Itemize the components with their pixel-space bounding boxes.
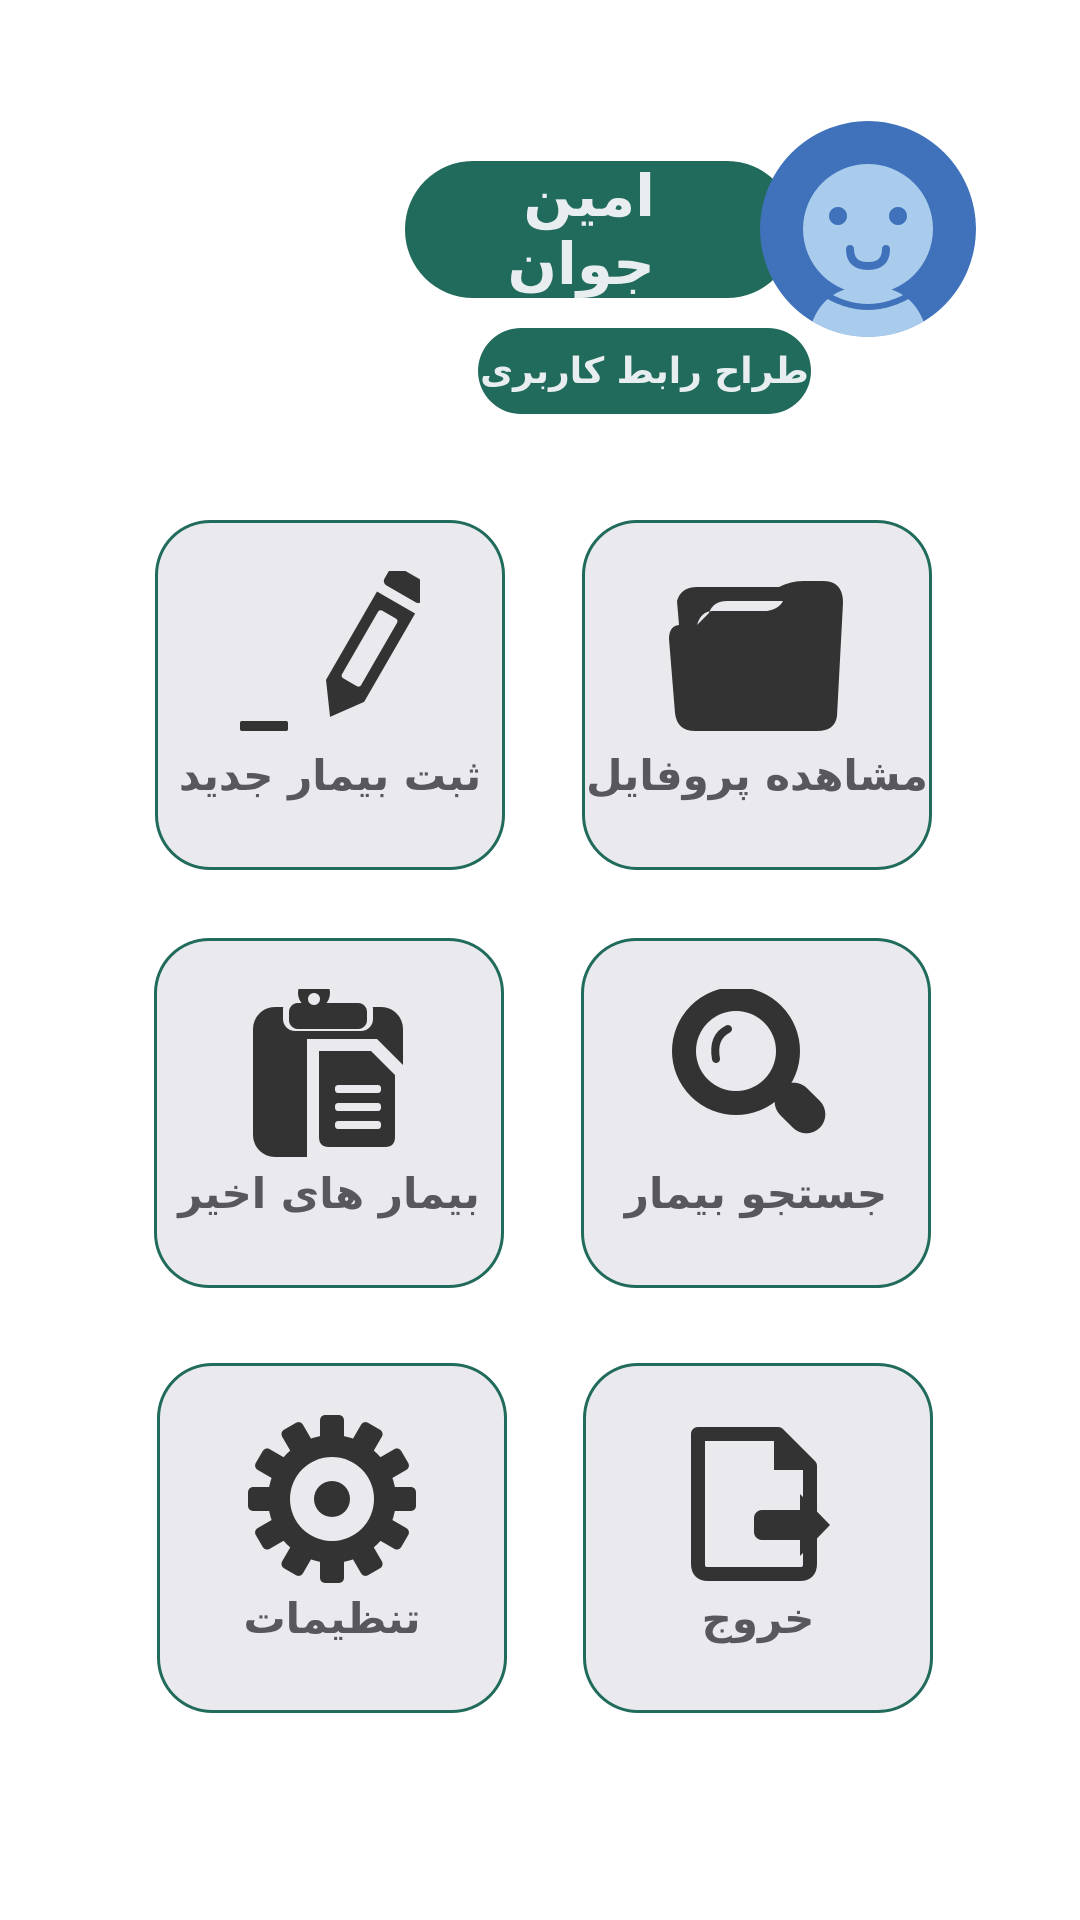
logout-button[interactable]: خروج xyxy=(583,1363,933,1713)
search-patient-button[interactable]: جستجو بیمار xyxy=(581,938,931,1288)
avatar[interactable] xyxy=(760,121,976,337)
settings-button[interactable]: تنظیمات xyxy=(157,1363,507,1713)
recent-patients-label: بیمار های اخیر xyxy=(178,1169,480,1218)
user-role: طراح رابط کاربری xyxy=(480,350,809,392)
user-name-badge: امین جوان xyxy=(405,161,795,298)
recent-patients-button[interactable]: بیمار های اخیر xyxy=(154,938,504,1288)
logout-label: خروج xyxy=(701,1594,815,1643)
new-patient-label: ثبت بیمار جدید xyxy=(178,751,482,800)
view-profile-label: مشاهده پروفایل xyxy=(586,751,928,800)
pencil-icon xyxy=(240,571,420,741)
search-patient-label: جستجو بیمار xyxy=(624,1169,888,1218)
file-export-icon xyxy=(668,1414,848,1584)
folder-icon xyxy=(667,571,847,741)
view-profile-button[interactable]: مشاهده پروفایل xyxy=(582,520,932,870)
user-name: امین جوان xyxy=(507,161,655,298)
search-icon xyxy=(666,989,846,1159)
user-avatar-icon xyxy=(760,121,976,337)
clipboard-icon xyxy=(239,989,419,1159)
new-patient-button[interactable]: ثبت بیمار جدید xyxy=(155,520,505,870)
gear-icon xyxy=(242,1414,422,1584)
settings-label: تنظیمات xyxy=(243,1594,421,1643)
user-role-badge: طراح رابط کاربری xyxy=(478,328,811,414)
